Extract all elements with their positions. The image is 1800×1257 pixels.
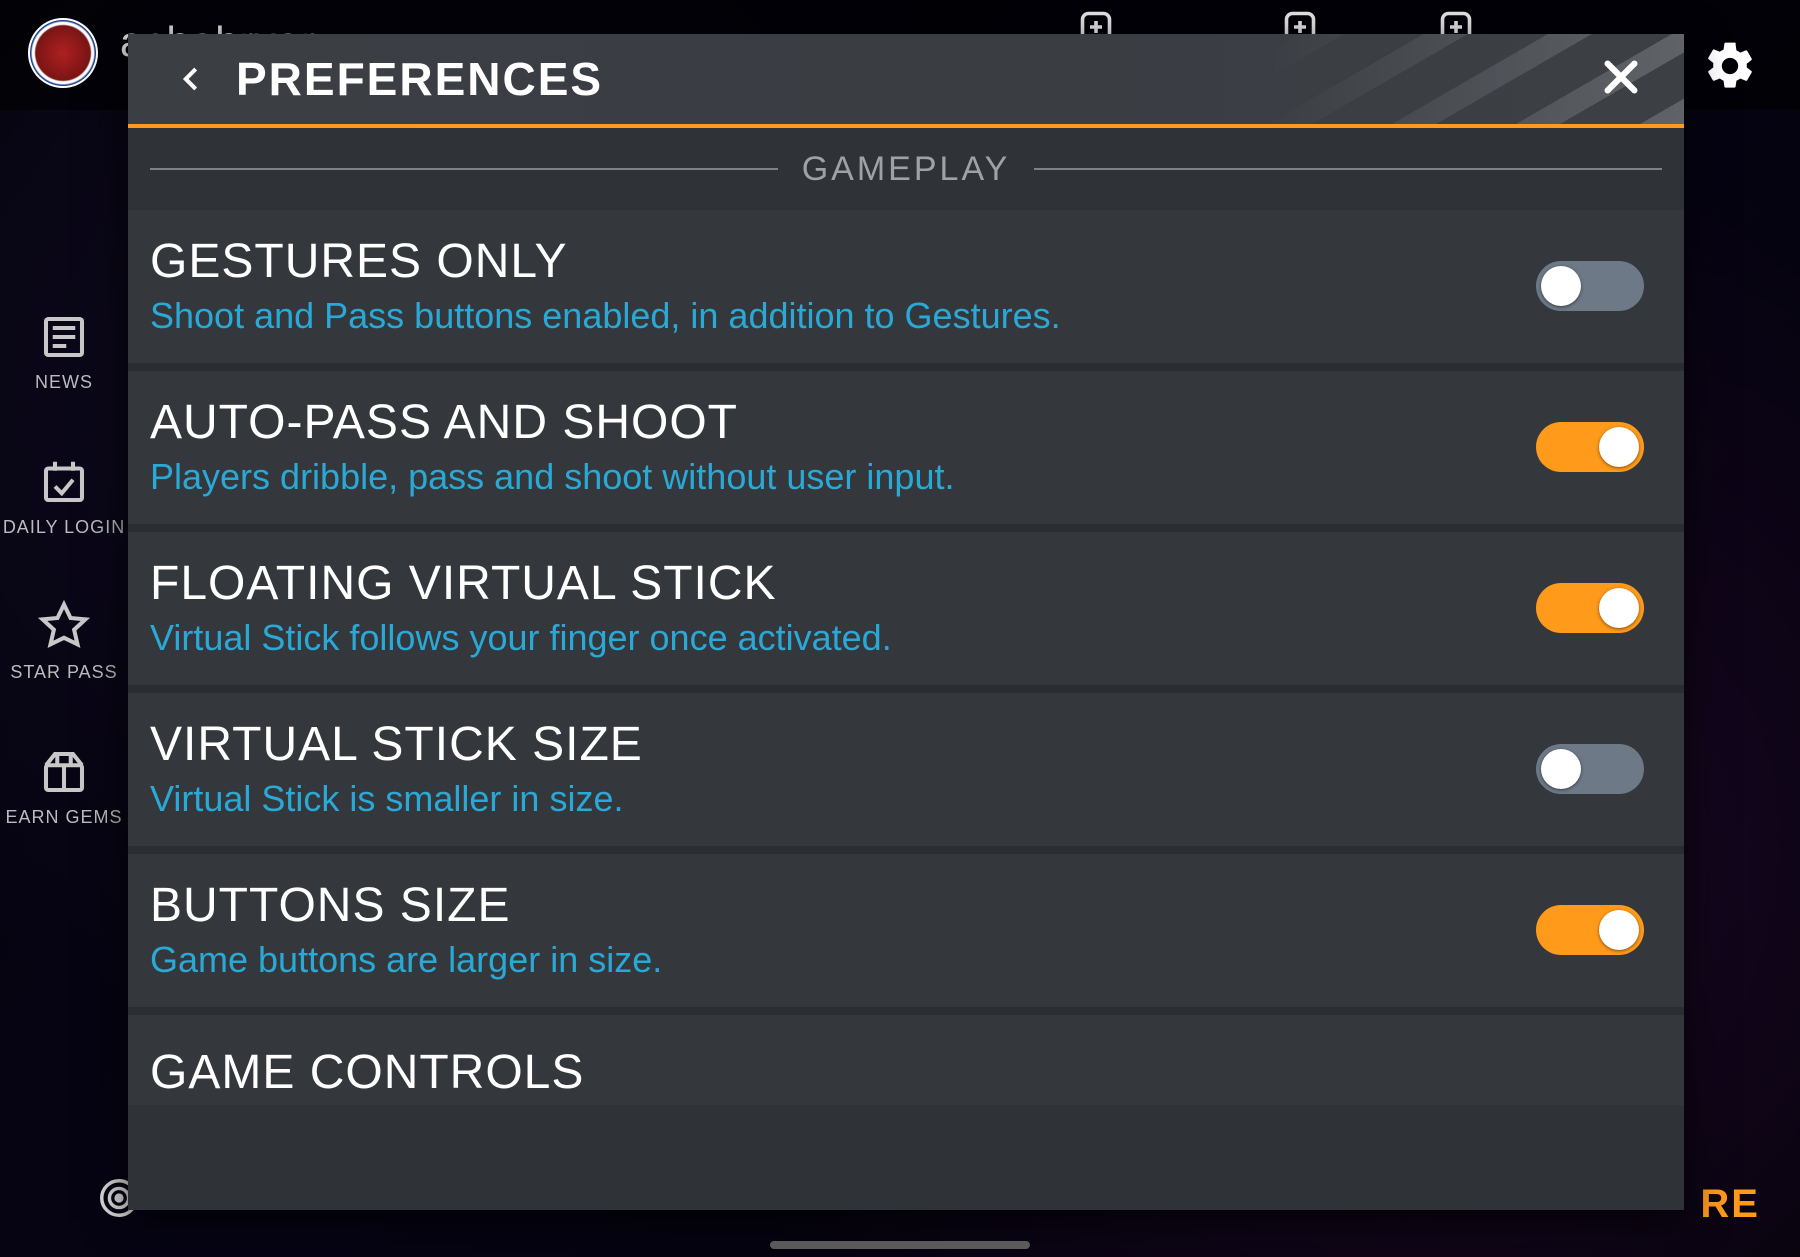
setting-row: GAME CONTROLS [128, 1015, 1684, 1105]
setting-row: AUTO-PASS AND SHOOT Players dribble, pass… [128, 371, 1684, 532]
sidebar-item-star-pass: STAR PASS [10, 600, 117, 683]
modal-header: PREFERENCES [128, 34, 1684, 128]
setting-toggle[interactable] [1536, 422, 1644, 472]
setting-toggle[interactable] [1536, 905, 1644, 955]
section-label: GAMEPLAY [802, 150, 1011, 189]
setting-row: VIRTUAL STICK SIZE Virtual Stick is small… [128, 693, 1684, 854]
gear-icon[interactable] [1702, 38, 1758, 94]
setting-text: GAME CONTROLS [150, 1045, 584, 1100]
sidebar-item-label: NEWS [35, 372, 93, 393]
back-button[interactable] [166, 55, 214, 103]
toggle-knob [1599, 427, 1639, 467]
background-sidebar: NEWS DAILY LOGIN STAR PASS EARN GEMS [0, 310, 128, 828]
preferences-modal: PREFERENCES GAMEPLAY GESTURES ONLY Shoot … [128, 34, 1684, 1210]
setting-title: AUTO-PASS AND SHOOT [150, 395, 954, 450]
setting-description: Players dribble, pass and shoot without … [150, 456, 954, 498]
separator-line [150, 168, 778, 170]
setting-description: Virtual Stick is smaller in size. [150, 778, 643, 820]
modal-title: PREFERENCES [236, 52, 603, 106]
settings-list[interactable]: GESTURES ONLY Shoot and Pass buttons enab… [128, 210, 1684, 1210]
sidebar-item-earn-gems: EARN GEMS [5, 745, 122, 828]
club-badge-icon [28, 18, 98, 88]
toggle-knob [1599, 910, 1639, 950]
home-indicator [770, 1241, 1030, 1249]
section-heading: GAMEPLAY [128, 128, 1684, 210]
sidebar-item-label: EARN GEMS [5, 807, 122, 828]
separator-line [1034, 168, 1662, 170]
sidebar-item-daily-login: DAILY LOGIN [3, 455, 125, 538]
setting-row: BUTTONS SIZE Game buttons are larger in s… [128, 854, 1684, 1015]
setting-description: Virtual Stick follows your finger once a… [150, 617, 892, 659]
setting-text: BUTTONS SIZE Game buttons are larger in s… [150, 878, 662, 981]
setting-text: GESTURES ONLY Shoot and Pass buttons enab… [150, 234, 1061, 337]
setting-text: VIRTUAL STICK SIZE Virtual Stick is small… [150, 717, 643, 820]
setting-toggle[interactable] [1536, 261, 1644, 311]
setting-description: Game buttons are larger in size. [150, 939, 662, 981]
sidebar-item-label: STAR PASS [10, 662, 117, 683]
setting-row: GESTURES ONLY Shoot and Pass buttons enab… [128, 210, 1684, 371]
setting-title: VIRTUAL STICK SIZE [150, 717, 643, 772]
setting-toggle[interactable] [1536, 583, 1644, 633]
sidebar-item-news: NEWS [35, 310, 93, 393]
toggle-knob [1541, 749, 1581, 789]
setting-toggle[interactable] [1536, 744, 1644, 794]
sidebar-item-label: DAILY LOGIN [3, 517, 125, 538]
setting-title: GAME CONTROLS [150, 1045, 584, 1100]
setting-row: FLOATING VIRTUAL STICK Virtual Stick foll… [128, 532, 1684, 693]
setting-text: FLOATING VIRTUAL STICK Virtual Stick foll… [150, 556, 892, 659]
toggle-knob [1599, 588, 1639, 628]
toggle-knob [1541, 266, 1581, 306]
setting-description: Shoot and Pass buttons enabled, in addit… [150, 295, 1061, 337]
setting-title: GESTURES ONLY [150, 234, 1061, 289]
close-button[interactable] [1598, 54, 1648, 104]
setting-title: BUTTONS SIZE [150, 878, 662, 933]
footer-partial-text: RE [1700, 1182, 1760, 1227]
setting-title: FLOATING VIRTUAL STICK [150, 556, 892, 611]
setting-text: AUTO-PASS AND SHOOT Players dribble, pass… [150, 395, 954, 498]
